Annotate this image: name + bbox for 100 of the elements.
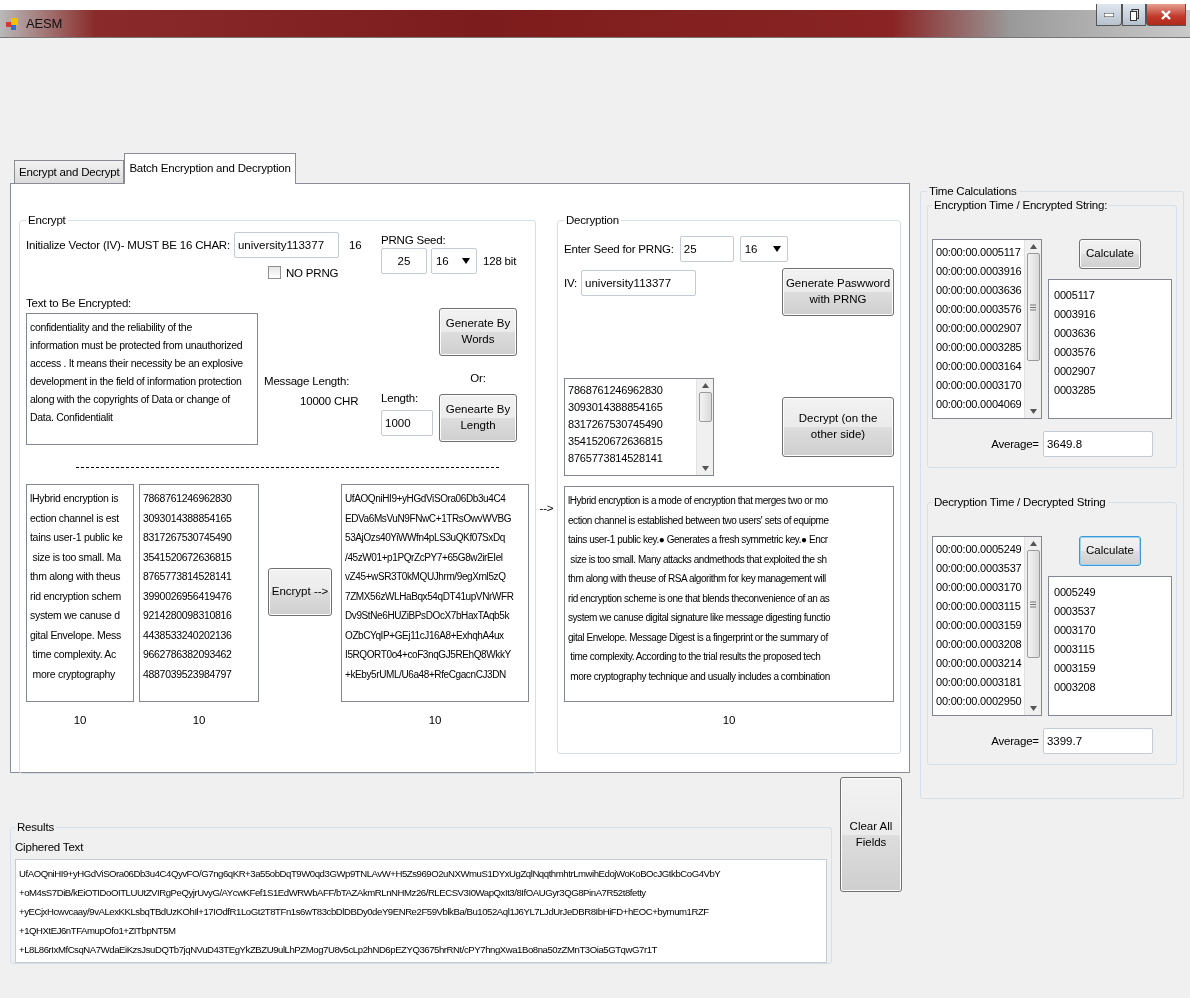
list-item[interactable]: 0003576 xyxy=(1054,343,1166,362)
dropdown[interactable]: 16 xyxy=(431,248,477,274)
list-item[interactable]: 0002907 xyxy=(1054,362,1166,381)
generate-by-length-button[interactable]: Genearte By Length xyxy=(439,394,517,442)
iv-field[interactable]: university113377 xyxy=(581,270,697,296)
seed-field[interactable]: 25 xyxy=(679,236,734,262)
scrollbar-thumb[interactable] xyxy=(1026,253,1040,361)
average-field[interactable]: 3399.7 xyxy=(1042,728,1153,754)
up-arrow-icon[interactable] xyxy=(1029,244,1037,249)
scrollbar-thumb[interactable] xyxy=(1026,550,1040,658)
generate-by-words-button[interactable]: Generate By Words xyxy=(439,308,517,356)
text-area[interactable]: 7868761246962830 3093014388854165 8317267530745490 3541520672636815 8765773814528141 3990026956419476 9214280098310816 4438533240202136 9662786382093462 4887039523984797 xyxy=(139,484,259,702)
list-item[interactable]: 00:00:00.0003181 xyxy=(936,673,1021,692)
restore-button[interactable] xyxy=(1122,4,1146,26)
group-title: Results xyxy=(16,821,55,833)
checkbox-label[interactable]: NO PRNG xyxy=(286,266,339,279)
ciphered-text-area[interactable]: UfAOQniHI9+yHGdViSOra06Db3u4C4QyvFO/G7ng6qKR+3a55obDqT9W0qd3GWp9TNLAvW+H5Zs969O2uNXWmuS1DYxUgZqlNqqthmhtrLmwihEdojWoKoBOcJGtkbCoG4VbY +oM4sS7DiB/kEiOTIDoOITLUUtZVIRgPeQyjrUvyG/AYcwKFef1S1EdWRWbAFF/bTAZAkmRLnNHMz26/RLECSV3I0WapQxIt3/8IfOAUGyr3QG8PinA7R52t8fetty +yECjxHcwvcaay/9vALexKKLsbqTBdUzKOhIl+17IOdfR1LoGt2T8TFn1s6wT83cbDlDBDy0deY9ENRe2F59VblkBa/Bu1052Aql1J6YL7LJdUrJeDBR8IbHiFD+hEOC+bymum1RZF +1QHXtEJ6nTFAmupOfo1+ZITbpNT5M +L8L86rIxMfCsqNA7WdaEiKzsJsuDQTb7jqNVuD43TEgYkZBZU9ulLhPZMog7U8v5cLp2hND6pEZYQ3675hrRNt/cPY7hngXwa1Bo8na50zZMnT3Oia5GTqwG7r1T xyxy=(15,859,827,963)
field-label: PRNG Seed: xyxy=(381,234,447,246)
list-item[interactable]: 0003115 xyxy=(1054,640,1166,659)
seed-field[interactable]: 25 xyxy=(381,248,427,274)
list-item[interactable]: 00:00:00.0003159 xyxy=(936,616,1021,635)
list-item[interactable]: 0005249 xyxy=(1054,583,1166,602)
list-item[interactable]: 00:00:00.0003170 xyxy=(936,578,1021,597)
line-count: 10 xyxy=(721,714,737,726)
field-label: Length: xyxy=(381,392,419,404)
iv-field[interactable]: university113377 xyxy=(233,232,339,258)
or-label: Or: xyxy=(470,372,486,384)
list-item[interactable]: 00:00:00.0003208 xyxy=(936,635,1021,654)
tab[interactable]: Encrypt and Decrypt xyxy=(14,160,125,183)
list-item[interactable]: 8765773814528141 xyxy=(568,450,693,467)
minimize-icon xyxy=(1104,12,1114,17)
list-item[interactable]: 3093014388854165 xyxy=(568,399,693,416)
list-item[interactable]: 0003916 xyxy=(1054,305,1166,324)
list-item[interactable]: 0003636 xyxy=(1054,324,1166,343)
text-area[interactable]: confidentiality and the reliability of the information must be protected from unauthorized access . It means their necessity be an explosive development in the field of information protection along with the copyrights of Data or change of Data. Confidentialit xyxy=(26,313,258,445)
list-item[interactable]: 8317267530745490 xyxy=(568,416,693,433)
list-item[interactable]: 00:00:00.0003164 xyxy=(936,357,1021,376)
list-item[interactable]: 0003537 xyxy=(1054,602,1166,621)
length-field[interactable]: 1000 xyxy=(381,410,433,436)
down-arrow-icon[interactable] xyxy=(701,466,709,471)
list-item[interactable]: 00:00:00.0002907 xyxy=(936,319,1021,338)
list-item[interactable]: 00:00:00.0005117 xyxy=(936,243,1021,262)
field-label: Ciphered Text xyxy=(15,841,85,853)
decrypt-button[interactable]: Decrypt (on the other side) xyxy=(782,397,894,457)
list-item[interactable]: 00:00:00.0003916 xyxy=(936,262,1021,281)
up-arrow-icon[interactable] xyxy=(1029,541,1037,546)
list-item[interactable]: 00:00:00.0005249 xyxy=(936,540,1021,559)
text-area[interactable]: lHybrid encryption is ection channel is est tains user-1 public ke size is too small. Ma thm along with theus rid encryption schem system we canuse d gital Envelope. Mess time complexity. Ac more cryptography xyxy=(26,484,134,702)
encrypt-button[interactable]: Encrypt --> xyxy=(268,568,332,616)
average-field[interactable]: 3649.8 xyxy=(1042,431,1153,457)
up-arrow-icon[interactable] xyxy=(701,383,709,388)
down-arrow-icon[interactable] xyxy=(1029,706,1037,711)
checkbox[interactable] xyxy=(268,266,281,279)
field-label: Message Length: xyxy=(264,375,350,387)
list-item[interactable]: 0003170 xyxy=(1054,621,1166,640)
list-item[interactable]: 00:00:00.0003285 xyxy=(936,338,1021,357)
average-label: Average= xyxy=(991,438,1039,450)
close-button[interactable] xyxy=(1146,4,1186,26)
list-item[interactable]: 7868761246962830 xyxy=(568,382,693,399)
scrollbar[interactable] xyxy=(1024,240,1041,418)
field-label: IV: xyxy=(564,277,578,289)
minimize-button[interactable] xyxy=(1096,4,1122,26)
dropdown[interactable]: 16 xyxy=(739,236,788,262)
tab[interactable]: Batch Encryption and Decryption xyxy=(124,153,296,184)
down-arrow-icon[interactable] xyxy=(1029,409,1037,414)
list-box[interactable]: 0005249 0003537 0003170 0003115 0003159 0003208 xyxy=(1048,576,1172,716)
caret-icon xyxy=(772,246,781,252)
calculate-button[interactable]: Calculate xyxy=(1079,536,1141,566)
list-item[interactable]: 00:00:00.0003576 xyxy=(936,300,1021,319)
list-item[interactable]: 3541520672636815 xyxy=(568,433,693,450)
clear-all-fields-button[interactable]: Clear All Fields xyxy=(840,777,902,892)
scrollbar[interactable] xyxy=(1024,537,1041,715)
list-item[interactable]: 00:00:00.0003636 xyxy=(936,281,1021,300)
line-count: 10 xyxy=(72,714,88,726)
list-item[interactable]: 00:00:00.0003537 xyxy=(936,559,1021,578)
list-item[interactable]: 00:00:00.0003115 xyxy=(936,597,1021,616)
list-item[interactable]: 0003285 xyxy=(1054,381,1166,400)
list-box[interactable]: 7868761246962830 3093014388854165 8317267530745490 3541520672636815 8765773814528141 xyxy=(564,378,714,476)
line-count: 10 xyxy=(191,714,207,726)
calculate-button[interactable]: Calculate xyxy=(1079,239,1141,269)
scrollbar[interactable] xyxy=(696,379,713,475)
line-count: 10 xyxy=(427,714,443,726)
list-item[interactable]: 00:00:00.0003170 xyxy=(936,376,1021,395)
list-item[interactable]: 0003208 xyxy=(1054,678,1166,697)
text-area[interactable]: lHybrid encryption is a mode of encryption that merges two or mo ection channel is established between two users' sets of equipme tains user-1 public key.● Generates a fresh symmetric key.● Encr size is too small. Many attacks andmethods that exploited the sh thm along with theuse of RSA algorithm for key management will rid encryption scheme is one that blends theconvenience of an as system we canuse digital signature like message digesting functio gital Envelope. Message Digest is a fingerprint or the summary of time complexity. According to the trial results the proposed tech more cryptography technique and usually includes a combination xyxy=(564,486,894,702)
list-box[interactable]: 0005117 0003916 0003636 0003576 0002907 0003285 xyxy=(1048,279,1172,419)
generate-password-button[interactable]: Generate Paswword with PRNG xyxy=(782,268,894,316)
list-item[interactable]: 00:00:00.0003214 xyxy=(936,654,1021,673)
list-item[interactable]: 00:00:00.0004069 xyxy=(936,395,1021,414)
restore-icon xyxy=(1129,8,1139,21)
list-box[interactable]: 00:00:00.0005249 00:00:00.0003537 00:00:00.0003170 00:00:00.0003115 00:00:00.0003159 00:00:00.0003208 00:00:00.0003214 00:00:00.0003181 00:00:00.0002950 xyxy=(932,536,1042,716)
list-item[interactable]: 0005117 xyxy=(1054,286,1166,305)
scrollbar-thumb[interactable] xyxy=(698,392,712,422)
field-label: Initialize Vector (IV)- MUST BE 16 CHAR: xyxy=(26,239,230,251)
app-icon xyxy=(6,16,20,31)
list-item[interactable]: 0003159 xyxy=(1054,659,1166,678)
group-title: Decryption xyxy=(565,214,620,226)
list-box[interactable]: 00:00:00.0005117 00:00:00.0003916 00:00:00.0003636 00:00:00.0003576 00:00:00.0002907 00:00:00.0003285 00:00:00.0003164 00:00:00.0003170 00:00:00.0004069 xyxy=(932,239,1042,419)
text-area[interactable]: UfAOQniHI9+yHGdViSOra06Db3u4C4 EDVa6MsVuN9FNwC+1TRsOwvWVBG 53AjOzs40YiWWfn4pLS3uQKf07SxDq /45zW01+p1PQrZcPY7+65G8w2irEIel vZ45+wSR3T0kMQUJhrm/9egXrnl5zQ 7ZMX56zWLHaBqx54qDT41upVNrWFR Dv9StNe6HUZiBPsDOcX7bHaxTAqb5k OZbCYqIP+GEj11cJ16A8+ExhqhA4ux I5RQORT0o4+coF3nqGJ5REhQ8WkkY +kEby5rUML/U6a48+RfeCgacnCJ3DN xyxy=(341,484,529,702)
list-item[interactable]: 00:00:00.0002950 xyxy=(936,692,1021,711)
